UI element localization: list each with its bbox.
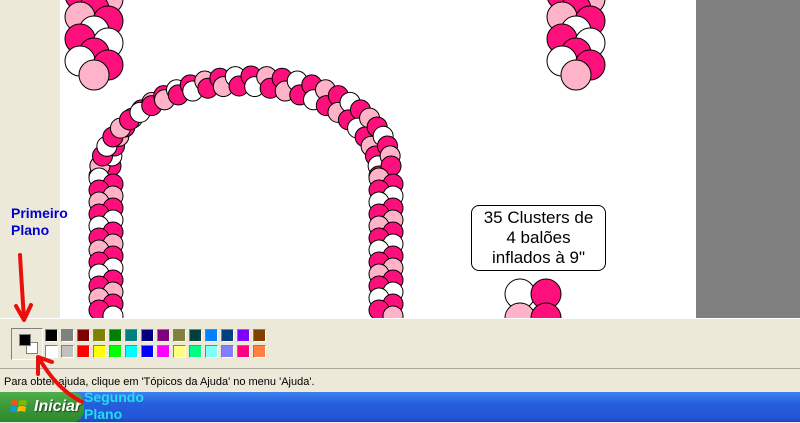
callout-box: 35 Clusters de 4 balões inflados à 9" <box>471 205 606 271</box>
palette-color[interactable] <box>221 345 234 358</box>
palette-color[interactable] <box>141 345 154 358</box>
palette-color[interactable] <box>205 329 218 342</box>
status-bar: Para obter ajuda, clique em 'Tópicos da … <box>0 368 800 391</box>
palette-color[interactable] <box>237 329 250 342</box>
palette-color[interactable] <box>237 345 250 358</box>
color-palette-bar <box>0 318 800 369</box>
palette-color[interactable] <box>157 345 170 358</box>
palette-color[interactable] <box>189 345 202 358</box>
palette-color[interactable] <box>189 329 202 342</box>
palette-color[interactable] <box>109 329 122 342</box>
current-colors-box[interactable] <box>11 328 43 360</box>
palette-color[interactable] <box>253 329 266 342</box>
callout-line-3: inflados à 9" <box>492 248 585 267</box>
palette-color[interactable] <box>109 345 122 358</box>
palette-color[interactable] <box>141 329 154 342</box>
annotation-segundo-line2: Plano <box>84 406 123 422</box>
palette-color[interactable] <box>61 345 74 358</box>
status-text: Para obter ajuda, clique em 'Tópicos da … <box>4 376 315 388</box>
palette-color[interactable] <box>93 329 106 342</box>
callout-line-2: 4 balões <box>506 228 571 247</box>
palette-color[interactable] <box>157 329 170 342</box>
palette-color[interactable] <box>125 329 138 342</box>
annotation-primeiro-line2: Plano <box>11 222 50 238</box>
palette-color[interactable] <box>253 345 266 358</box>
annotation-primeiro-plano: Primeiro Plano <box>11 205 68 239</box>
palette-color[interactable] <box>61 329 74 342</box>
palette-color[interactable] <box>45 329 58 342</box>
start-button[interactable]: Iniciar <box>0 392 84 422</box>
annotation-segundo-line1: Segundo <box>84 389 144 405</box>
start-button-label: Iniciar <box>34 398 82 415</box>
palette-color[interactable] <box>77 329 90 342</box>
callout-line-1: 35 Clusters de <box>483 208 594 227</box>
palette-color[interactable] <box>173 345 186 358</box>
windows-logo-icon <box>10 400 27 412</box>
palette-color[interactable] <box>93 345 106 358</box>
palette-color[interactable] <box>173 329 186 342</box>
balloon <box>78 59 110 91</box>
balloon <box>560 59 592 91</box>
canvas-scroll-area: 35 Clusters de 4 balões inflados à 9" <box>60 0 800 318</box>
annotation-segundo-plano: Segundo Plano <box>84 389 144 423</box>
palette-color[interactable] <box>221 329 234 342</box>
tool-box <box>0 0 61 318</box>
palette-color[interactable] <box>205 345 218 358</box>
annotation-primeiro-line1: Primeiro <box>11 205 68 221</box>
drawing-canvas[interactable]: 35 Clusters de 4 balões inflados à 9" <box>60 0 696 318</box>
palette-color[interactable] <box>45 345 58 358</box>
foreground-color-swatch[interactable] <box>19 334 31 346</box>
palette-color[interactable] <box>77 345 90 358</box>
palette-color[interactable] <box>125 345 138 358</box>
